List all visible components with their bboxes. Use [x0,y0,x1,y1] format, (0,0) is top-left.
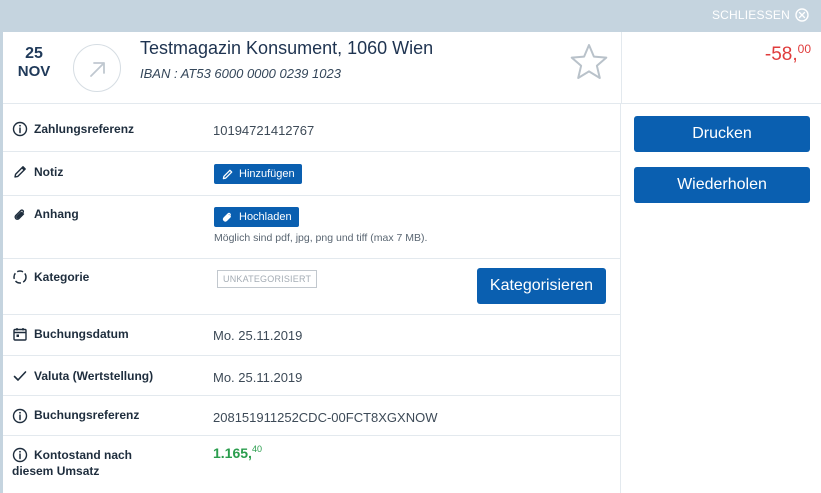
value-buchungsreferenz: 208151911252CDC-00FCT8XGXNOW [213,410,438,425]
star-icon[interactable] [569,42,609,82]
calendar-icon [13,328,27,341]
upload-label: Hochladen [239,211,292,223]
label-zahlungsreferenz: Zahlungsreferenz [34,122,135,136]
close-circle-icon [795,8,809,22]
info-icon [12,121,28,137]
print-button[interactable]: Drucken [634,116,810,152]
date-month: NOV [17,63,51,80]
label-kategorie: Kategorie [34,270,90,284]
booking-date-badge: 25 NOV [17,45,51,81]
checkmark-icon [13,371,27,381]
balance-cents: 40 [251,444,262,454]
top-bar: SCHLIESSEN [0,0,821,32]
info-icon [12,447,28,463]
label-buchungsdatum: Buchungsdatum [34,327,129,341]
pencil-icon [14,166,26,178]
upload-button[interactable]: Hochladen [214,207,299,227]
label-kontostand: Kontostand nach [34,448,132,462]
row-buchungsdatum: Buchungsdatum Mo. 25.11.2019 [3,315,621,356]
balance-value: 1.165,40 [213,444,262,461]
transaction-header: 25 NOV Testmagazin Konsument, 1060 Wien … [3,32,621,104]
label-buchungsreferenz: Buchungsreferenz [34,408,140,422]
paperclip-icon [14,209,25,220]
merchant-iban: IBAN : AT53 6000 0000 0239 1023 [140,66,341,81]
categorize-button[interactable]: Kategorisieren [477,268,606,304]
amount-cents: 00 [797,42,811,56]
label-valuta: Valuta (Wertstellung) [34,369,154,383]
label-notiz: Notiz [34,165,64,179]
row-zahlungsreferenz: Zahlungsreferenz 10194721412767 [3,104,621,152]
row-anhang: Anhang Hochladen Möglich sind pdf, jpg, … [3,196,621,259]
direction-badge [73,44,121,92]
row-kategorie: Kategorie UNKATEGORISIERT Kategorisieren [3,259,621,315]
transaction-amount: -58,00 [764,42,811,65]
close-label: SCHLIESSEN [711,8,790,22]
category-tag: UNKATEGORISIERT [217,270,318,288]
info-icon [12,408,28,424]
date-day: 25 [25,45,43,62]
repeat-button[interactable]: Wiederholen [634,167,810,203]
close-button[interactable]: SCHLIESSEN [712,8,809,22]
row-buchungsreferenz: Buchungsreferenz 208151911252CDC-00FCT8X… [3,396,621,436]
row-valuta: Valuta (Wertstellung) Mo. 25.11.2019 [3,356,621,396]
value-valuta: Mo. 25.11.2019 [213,370,303,385]
add-note-label: Hinzufügen [239,168,295,180]
value-buchungsdatum: Mo. 25.11.2019 [213,328,303,343]
arrow-up-right-icon [90,62,105,77]
detail-list: Zahlungsreferenz 10194721412767 Notiz Hi… [3,104,621,493]
row-notiz: Notiz Hinzufügen [3,152,621,196]
paperclip-icon [222,212,231,222]
amount-column: -58,00 [621,32,821,104]
category-icon [13,270,27,284]
value-zahlungsreferenz: 10194721412767 [213,123,315,138]
pencil-icon [222,169,233,179]
row-kontostand: Kontostand nach diesem Umsatz 1.165,40 [3,436,621,493]
label-kontostand-line2: diesem Umsatz [12,464,100,478]
merchant-name: Testmagazin Konsument, 1060 Wien [140,38,434,58]
add-note-button[interactable]: Hinzufügen [214,164,302,184]
upload-hint: Möglich sind pdf, jpg, png und tiff (max… [214,232,428,244]
label-anhang: Anhang [34,207,79,221]
